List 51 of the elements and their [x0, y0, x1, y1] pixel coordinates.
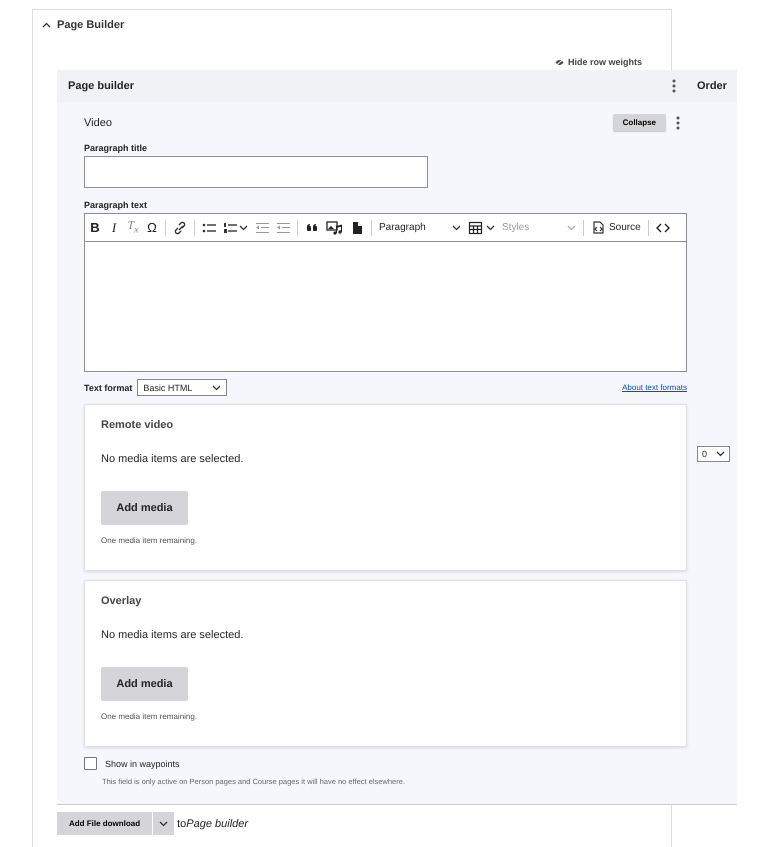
italic-button[interactable]: I: [108, 220, 120, 234]
text-format-label: Text format: [84, 382, 132, 392]
caret-icon: [486, 224, 495, 230]
field-label: Paragraph title: [84, 143, 148, 153]
order-header: Order: [696, 80, 727, 92]
empty-message: No media items are selected.: [101, 453, 244, 465]
checkbox[interactable]: [84, 757, 97, 770]
caret-icon: [239, 224, 248, 230]
source-button[interactable]: Source: [591, 220, 641, 234]
table-title: Page builder: [68, 80, 134, 92]
hide-row-weights-link[interactable]: Hide row weights: [554, 55, 642, 69]
remaining-note: One media item remaining.: [101, 536, 198, 545]
order-select[interactable]: 0: [697, 446, 730, 462]
outdent-icon[interactable]: [255, 220, 269, 234]
indent-icon[interactable]: [276, 220, 290, 234]
empty-message: No media items are selected.: [101, 629, 244, 641]
more-icon[interactable]: [672, 79, 676, 93]
caret-icon: [212, 384, 222, 390]
file-icon[interactable]: [350, 220, 364, 234]
link-icon[interactable]: [173, 220, 187, 234]
media-icon[interactable]: [326, 220, 343, 234]
add-media-button[interactable]: Add media: [101, 491, 188, 525]
field-title: Overlay: [101, 595, 142, 607]
caret-icon: [716, 451, 725, 457]
bold-button[interactable]: B: [89, 220, 101, 234]
text-format-select[interactable]: Basic HTML: [137, 379, 228, 396]
field-title: Remote video: [101, 419, 174, 431]
caret-icon: [452, 224, 461, 230]
about-text-formats-link[interactable]: About text formats: [622, 383, 687, 392]
collapse-caret-icon[interactable]: [42, 22, 51, 28]
panel-title[interactable]: Page Builder: [57, 19, 124, 31]
add-media-button[interactable]: Add media: [101, 667, 188, 701]
caret-icon: [567, 224, 576, 230]
table-icon[interactable]: [468, 220, 483, 234]
code-icon[interactable]: [656, 220, 670, 234]
more-icon[interactable]: [676, 116, 680, 130]
paragraph-type: Video: [84, 116, 112, 128]
field-label: Paragraph text: [84, 200, 148, 210]
numbered-list-icon[interactable]: [223, 220, 237, 234]
bulleted-list-icon[interactable]: [202, 220, 216, 234]
remaining-note: One media item remaining.: [101, 712, 198, 721]
special-characters-button[interactable]: Ω: [146, 220, 158, 234]
remove-format-button[interactable]: T$_{x}$: [127, 218, 139, 238]
heading-dropdown[interactable]: Paragraph: [379, 222, 461, 233]
add-target-text: toPage builder: [177, 818, 248, 830]
source-icon: [591, 220, 605, 234]
collapse-button[interactable]: Collapse: [612, 114, 666, 131]
paragraph-title-field[interactable]: [84, 156, 428, 188]
eye-icon: [554, 58, 564, 66]
caret-icon: [159, 820, 168, 826]
checkbox-label[interactable]: Show in waypoints: [105, 758, 180, 768]
